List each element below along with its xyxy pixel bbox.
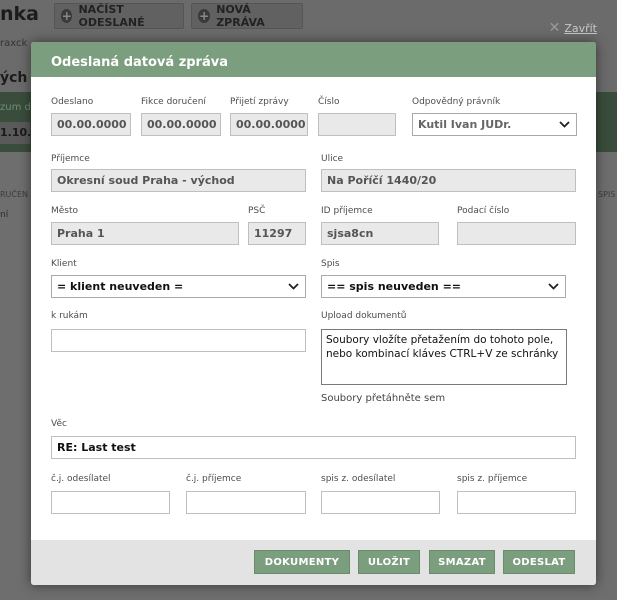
- lawyer-select-value: Kutil Ivan JUDr.: [418, 118, 512, 131]
- sender-ref-label: č.j. odesílatel: [51, 474, 111, 484]
- close-icon: ✕: [548, 20, 561, 36]
- file-select[interactable]: == spis neuveden ==: [321, 275, 566, 298]
- background-cell: ní: [0, 210, 9, 220]
- client-select[interactable]: = klient neuveden =: [51, 275, 306, 298]
- client-label: Klient: [51, 259, 77, 269]
- zip-field[interactable]: 11297: [248, 222, 306, 245]
- recipient-ref-label: č.j. příjemce: [186, 474, 242, 484]
- close-label[interactable]: Zavřít: [564, 22, 597, 35]
- background-title: nka: [0, 3, 39, 25]
- recipient-id-field[interactable]: sjsa8cn: [321, 222, 439, 245]
- attention-field[interactable]: [51, 329, 306, 352]
- plus-icon: +: [61, 9, 73, 23]
- street-label: Ulice: [321, 154, 344, 164]
- save-button[interactable]: ULOŽIT: [358, 550, 420, 574]
- recipient-file-field[interactable]: [457, 491, 576, 514]
- load-sent-label: NAČÍST ODESLANÉ: [78, 3, 145, 29]
- dialog-body: Odeslano 00.00.0000 Fikce doručení 00.00…: [31, 77, 596, 540]
- lawyer-label: Odpovědný právník: [412, 97, 501, 107]
- plus-icon: +: [198, 9, 211, 23]
- recipient-file-label: spis z. příjemce: [457, 474, 528, 484]
- attention-label: k rukám: [51, 311, 88, 321]
- number-label: Číslo: [318, 97, 340, 107]
- filing-number-label: Podací číslo: [457, 206, 510, 216]
- subject-field[interactable]: RE: Last test: [51, 436, 576, 459]
- sent-date-field[interactable]: 00.00.0000: [51, 113, 131, 136]
- sender-file-field[interactable]: [321, 491, 440, 514]
- upload-label: Upload dokumentů: [321, 311, 407, 321]
- upload-dropzone[interactable]: Soubory vložíte přetažením do tohoto pol…: [321, 329, 567, 385]
- recipient-ref-field[interactable]: [186, 491, 306, 514]
- dialog-title: Odeslaná datová zpráva: [31, 42, 596, 77]
- chevron-down-icon: [541, 276, 565, 297]
- lawyer-select[interactable]: Kutil Ivan JUDr.: [412, 113, 577, 136]
- chevron-down-icon: [281, 276, 305, 297]
- recipient-id-label: ID příjemce: [321, 206, 373, 216]
- sender-file-label: spis z. odesílatel: [321, 474, 396, 484]
- subject-label: Věc: [51, 419, 67, 429]
- chevron-down-icon: [552, 114, 576, 135]
- background-column-left: RUČEN: [0, 190, 29, 199]
- new-message-button[interactable]: + NOVÁ ZPRÁVA: [191, 3, 303, 29]
- dialog-footer: DOKUMENTY ULOŽIT SMAZAT ODESLAT: [31, 540, 596, 585]
- street-field[interactable]: Na Poříčí 1440/20: [321, 169, 576, 192]
- delete-button[interactable]: SMAZAT: [429, 550, 495, 574]
- background-filter-label: zum d: [0, 102, 31, 113]
- file-label: Spis: [321, 259, 340, 269]
- close-link[interactable]: ✕ Zavřít: [549, 20, 597, 36]
- receipt-date-field[interactable]: 00.00.0000: [230, 113, 308, 136]
- sender-ref-field[interactable]: [51, 491, 170, 514]
- city-label: Město: [51, 206, 79, 216]
- sent-date-label: Odeslano: [51, 97, 94, 107]
- receipt-date-label: Přijetí zprávy: [230, 97, 289, 107]
- new-message-label: NOVÁ ZPRÁVA: [216, 3, 265, 29]
- upload-note: Soubory přetáhněte sem: [321, 393, 446, 404]
- sent-message-dialog: Odeslaná datová zpráva Odeslano 00.00.00…: [31, 42, 596, 585]
- city-field[interactable]: Praha 1: [51, 222, 239, 245]
- recipient-field[interactable]: Okresní soud Praha - východ: [51, 169, 306, 192]
- delivery-fiction-field[interactable]: 00.00.0000: [141, 113, 221, 136]
- recipient-label: Příjemce: [51, 154, 90, 164]
- load-sent-button[interactable]: + NAČÍST ODESLANÉ: [54, 3, 184, 29]
- background-column-right: SPIS: [598, 190, 616, 199]
- number-field[interactable]: [318, 113, 396, 136]
- documents-button[interactable]: DOKUMENTY: [254, 550, 350, 574]
- client-select-value: = klient neuveden =: [57, 280, 184, 293]
- delivery-fiction-label: Fikce doručení: [141, 97, 206, 107]
- filing-number-field[interactable]: [457, 222, 576, 245]
- send-button[interactable]: ODESLAT: [503, 550, 575, 574]
- file-select-value: == spis neuveden ==: [327, 280, 462, 293]
- background-filter-value: 1.10.2: [0, 122, 39, 144]
- background-small-text: raxck: [0, 38, 28, 49]
- zip-label: PSČ: [248, 206, 266, 216]
